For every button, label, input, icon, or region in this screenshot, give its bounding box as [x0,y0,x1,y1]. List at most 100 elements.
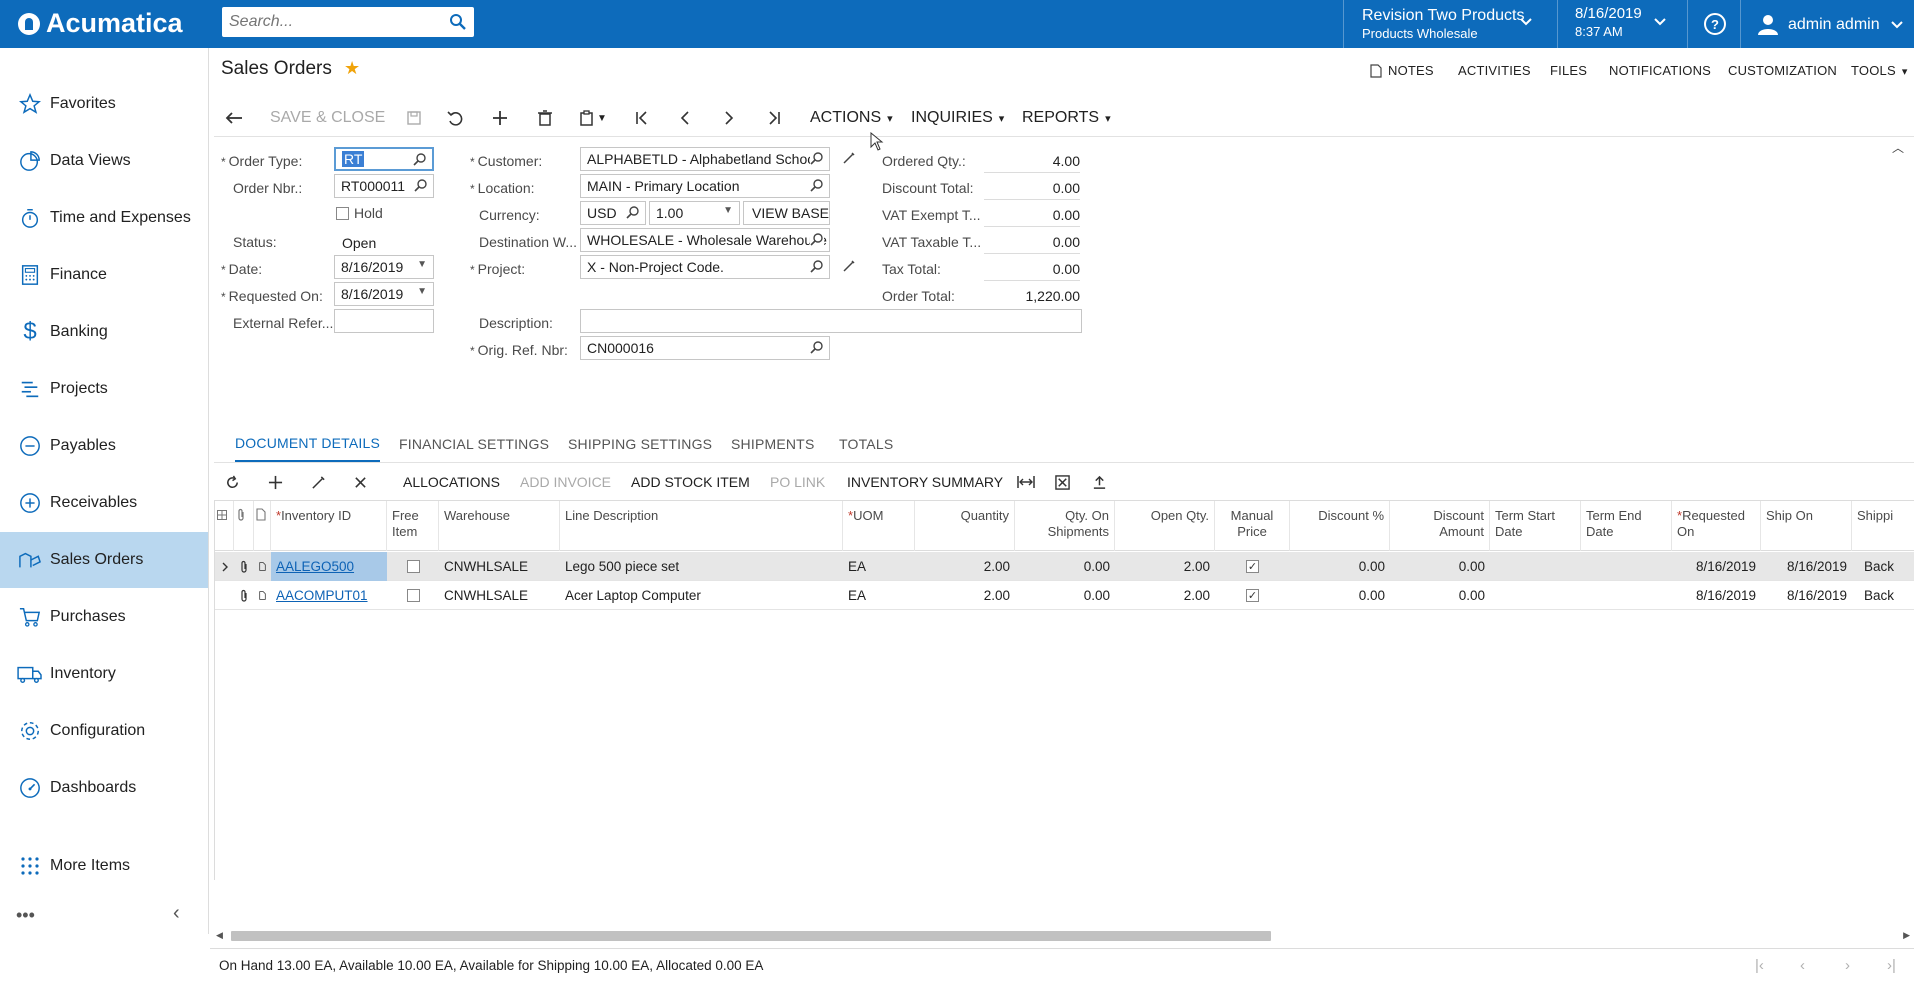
free-item-checkbox[interactable] [387,581,439,610]
note-icon[interactable] [254,581,271,610]
sidebar-item-purchases[interactable]: Purchases [0,589,208,645]
next-page-icon[interactable]: › [1845,957,1850,974]
reports-menu[interactable]: REPORTS [1022,100,1111,136]
destination-warehouse-field[interactable]: WHOLESALE - Wholesale Warehouse [580,228,830,252]
hold-checkbox-box[interactable] [336,206,349,220]
ship-on-cell[interactable]: 8/16/2019 [1761,552,1852,581]
description-field[interactable] [580,309,1082,333]
acumatica-logo[interactable]: Acumatica [18,8,183,39]
previous-page-icon[interactable]: ‹ [1800,957,1805,974]
edit-pencil-icon[interactable] [842,151,856,165]
scrollbar-thumb[interactable] [231,931,1271,941]
sidebar-item-banking[interactable]: $ Banking [0,304,208,360]
scroll-left-icon[interactable]: ◀ [216,930,223,941]
help-icon[interactable]: ? [1703,12,1727,36]
inventory-id-cell[interactable]: AALEGO500 [271,552,387,581]
activities-link[interactable]: ACTIVITIES [1458,63,1531,78]
warehouse-cell[interactable]: CNWHLSALE [439,581,560,610]
discount-amount-cell[interactable]: 0.00 [1390,552,1490,581]
description-cell[interactable]: Lego 500 piece set [560,552,843,581]
add-stock-item-button[interactable]: ADD STOCK ITEM [631,463,750,501]
dropdown-icon[interactable]: ▼ [417,259,427,270]
fit-columns-button[interactable] [1017,463,1035,501]
sidebar-item-more-items[interactable]: More Items [0,838,208,894]
external-ref-field[interactable] [334,309,434,333]
col-uom[interactable]: *UOM [843,501,915,551]
sidebar-item-time-and-expenses[interactable]: Time and Expenses [0,190,208,246]
shipping-rule-cell[interactable]: Back [1852,581,1914,610]
col-discount-percent[interactable]: Discount % [1290,501,1390,551]
collapse-form-icon[interactable]: ︿ [1892,139,1904,156]
horizontal-scrollbar[interactable]: ◀ ▶ [214,928,1914,944]
inventory-id-cell[interactable]: AACOMPUT01 [271,581,387,610]
back-button[interactable] [225,100,243,136]
date-field[interactable]: 8/16/2019 ▼ [334,255,434,279]
inventory-summary-button[interactable]: INVENTORY SUMMARY [847,463,1003,501]
tab-shipments[interactable]: SHIPMENTS [731,426,814,462]
sidebar-item-data-views[interactable]: Data Views [0,133,208,189]
first-page-icon[interactable]: |‹ [1755,957,1764,974]
business-date-selector[interactable]: 8/16/2019 8:37 AM [1575,5,1642,39]
requested-on-cell[interactable]: 8/16/2019 [1672,552,1761,581]
col-manual-price[interactable]: Manual Price [1215,501,1290,551]
description-cell[interactable]: Acer Laptop Computer [560,581,843,610]
sidebar-item-projects[interactable]: Projects [0,361,208,417]
dropdown-icon[interactable]: ▼ [417,286,427,297]
uom-cell[interactable]: EA [843,581,915,610]
col-term-start-date[interactable]: Term Start Date [1490,501,1581,551]
allocations-button[interactable]: ALLOCATIONS [403,463,500,501]
attachment-icon[interactable] [234,581,254,610]
lookup-icon[interactable] [810,178,824,192]
previous-record-button[interactable] [679,100,691,136]
favorite-star-icon[interactable]: ★ [344,58,360,79]
location-field[interactable]: MAIN - Primary Location [580,174,830,198]
discount-percent-cell[interactable]: 0.00 [1290,581,1390,610]
col-open-qty[interactable]: Open Qty. [1115,501,1215,551]
term-end-cell[interactable] [1581,581,1672,610]
currency-rate-field[interactable]: 1.00 ▼ [649,201,740,225]
row-expander-icon[interactable] [215,552,234,581]
search-input[interactable] [222,7,432,37]
row-selector-icon[interactable] [215,501,234,551]
notes-link[interactable]: NOTES [1370,63,1434,78]
last-record-button[interactable] [766,100,782,136]
upload-button[interactable] [1092,463,1107,501]
cancel-button[interactable] [447,100,463,136]
hold-checkbox[interactable]: Hold [336,205,383,221]
delete-button[interactable] [538,100,552,136]
tools-menu[interactable]: TOOLS [1851,63,1908,78]
manual-price-checkbox[interactable]: ✓ [1215,581,1290,610]
export-excel-button[interactable] [1055,463,1070,501]
col-requested-on[interactable]: *Requested On [1672,501,1761,551]
col-warehouse[interactable]: Warehouse [439,501,560,551]
dropdown-icon[interactable]: ▼ [723,205,733,216]
files-link[interactable]: FILES [1550,63,1587,78]
requested-on-cell[interactable]: 8/16/2019 [1672,581,1761,610]
sidebar-item-favorites[interactable]: Favorites [0,76,208,132]
actions-menu[interactable]: ACTIONS [810,100,893,136]
more-options-icon[interactable]: ••• [16,905,35,926]
sidebar-item-finance[interactable]: Finance [0,247,208,303]
customization-link[interactable]: CUSTOMIZATION [1728,63,1837,78]
discount-percent-cell[interactable]: 0.00 [1290,552,1390,581]
attachment-icon[interactable] [234,552,254,581]
lookup-icon[interactable] [810,232,824,246]
lookup-icon[interactable] [626,205,640,219]
sidebar-item-receivables[interactable]: Receivables [0,475,208,531]
tab-totals[interactable]: TOTALS [839,426,893,462]
chevron-down-icon[interactable] [1519,17,1533,27]
search-box[interactable] [222,7,474,37]
inventory-id-link[interactable]: AACOMPUT01 [276,588,368,603]
order-nbr-field[interactable]: RT000011 [334,174,434,198]
next-record-button[interactable] [723,100,735,136]
first-record-button[interactable] [634,100,650,136]
project-field[interactable]: X - Non-Project Code. [580,255,830,279]
sidebar-item-payables[interactable]: Payables [0,418,208,474]
warehouse-cell[interactable]: CNWHLSALE [439,552,560,581]
note-icon[interactable] [254,552,271,581]
table-row[interactable]: AACOMPUT01 CNWHLSALE Acer Laptop Compute… [215,581,1914,610]
sidebar-item-dashboards[interactable]: Dashboards [0,760,208,816]
free-item-checkbox[interactable] [387,552,439,581]
save-close-button[interactable]: SAVE & CLOSE [270,100,385,136]
company-selector[interactable]: Revision Two Products Products Wholesale [1362,7,1524,41]
